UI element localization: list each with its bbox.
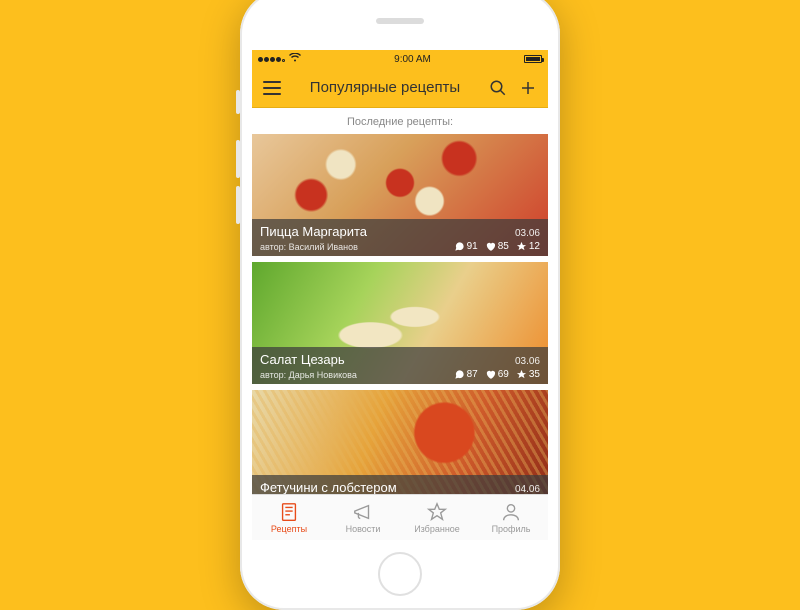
status-bar: 9:00 AM [252, 50, 548, 68]
tab-recipes[interactable]: Рецепты [252, 495, 326, 540]
tab-label: Рецепты [271, 524, 307, 534]
recipe-title: Фетучини с лобстером [260, 480, 397, 494]
section-subheader: Последние рецепты: [252, 108, 548, 134]
tab-news[interactable]: Новости [326, 495, 400, 540]
comments-stat: 91 [454, 241, 478, 252]
person-icon [500, 501, 522, 523]
screen: 9:00 AM Популярные рецепты Последние рец… [252, 50, 548, 540]
recipe-card[interactable]: Фетучини с лобстером 04.06 автор: Яросла… [252, 390, 548, 494]
phone-frame: 9:00 AM Популярные рецепты Последние рец… [240, 0, 560, 610]
comments-stat: 87 [454, 369, 478, 380]
recipe-title: Пицца Маргарита [260, 224, 367, 239]
stars-stat: 35 [516, 369, 540, 380]
megaphone-icon [352, 501, 374, 523]
star-icon [516, 369, 527, 380]
recipe-overlay: Фетучини с лобстером 04.06 автор: Яросла… [252, 475, 548, 494]
likes-stat: 85 [485, 241, 509, 252]
recipe-date: 03.06 [515, 356, 540, 367]
recipe-stats: 87 69 35 [454, 369, 540, 380]
recipe-author: автор: Дарья Новикова [260, 370, 357, 380]
recipe-card[interactable]: Пицца Маргарита 03.06 автор: Василий Ива… [252, 134, 548, 256]
tab-label: Профиль [492, 524, 531, 534]
menu-button[interactable] [260, 76, 284, 100]
recipe-list[interactable]: Пицца Маргарита 03.06 автор: Василий Ива… [252, 134, 548, 494]
star-icon [516, 241, 527, 252]
page-title: Популярные рецепты [290, 79, 480, 96]
plus-icon [519, 79, 537, 97]
recipe-stats: 91 85 12 [454, 241, 540, 252]
recipe-date: 04.06 [515, 484, 540, 494]
recipe-title: Салат Цезарь [260, 352, 345, 367]
nav-bar: Популярные рецепты [252, 68, 548, 108]
status-time: 9:00 AM [394, 54, 431, 65]
home-button[interactable] [378, 552, 422, 596]
likes-stat: 69 [485, 369, 509, 380]
comment-icon [454, 241, 465, 252]
stars-stat: 12 [516, 241, 540, 252]
battery-icon [524, 55, 542, 63]
comment-icon [454, 369, 465, 380]
recipe-author: автор: Василий Иванов [260, 242, 358, 252]
phone-speaker [376, 18, 424, 24]
search-icon [489, 79, 507, 97]
phone-side-button [236, 90, 240, 114]
phone-side-button [236, 186, 240, 224]
hamburger-icon [263, 81, 281, 95]
tab-label: Избранное [414, 524, 460, 534]
recipe-overlay: Салат Цезарь 03.06 автор: Дарья Новикова… [252, 347, 548, 384]
signal-icon [258, 54, 286, 65]
wifi-icon [289, 53, 301, 65]
heart-icon [485, 369, 496, 380]
heart-icon [485, 241, 496, 252]
phone-side-button [236, 140, 240, 178]
search-button[interactable] [486, 76, 510, 100]
tab-bar: Рецепты Новости Избранное Профиль [252, 494, 548, 540]
tab-favorites[interactable]: Избранное [400, 495, 474, 540]
star-icon [426, 501, 448, 523]
add-button[interactable] [516, 76, 540, 100]
recipe-card[interactable]: Салат Цезарь 03.06 автор: Дарья Новикова… [252, 262, 548, 384]
tab-label: Новости [346, 524, 381, 534]
recipes-icon [278, 501, 300, 523]
recipe-overlay: Пицца Маргарита 03.06 автор: Василий Ива… [252, 219, 548, 256]
recipe-date: 03.06 [515, 228, 540, 239]
tab-profile[interactable]: Профиль [474, 495, 548, 540]
